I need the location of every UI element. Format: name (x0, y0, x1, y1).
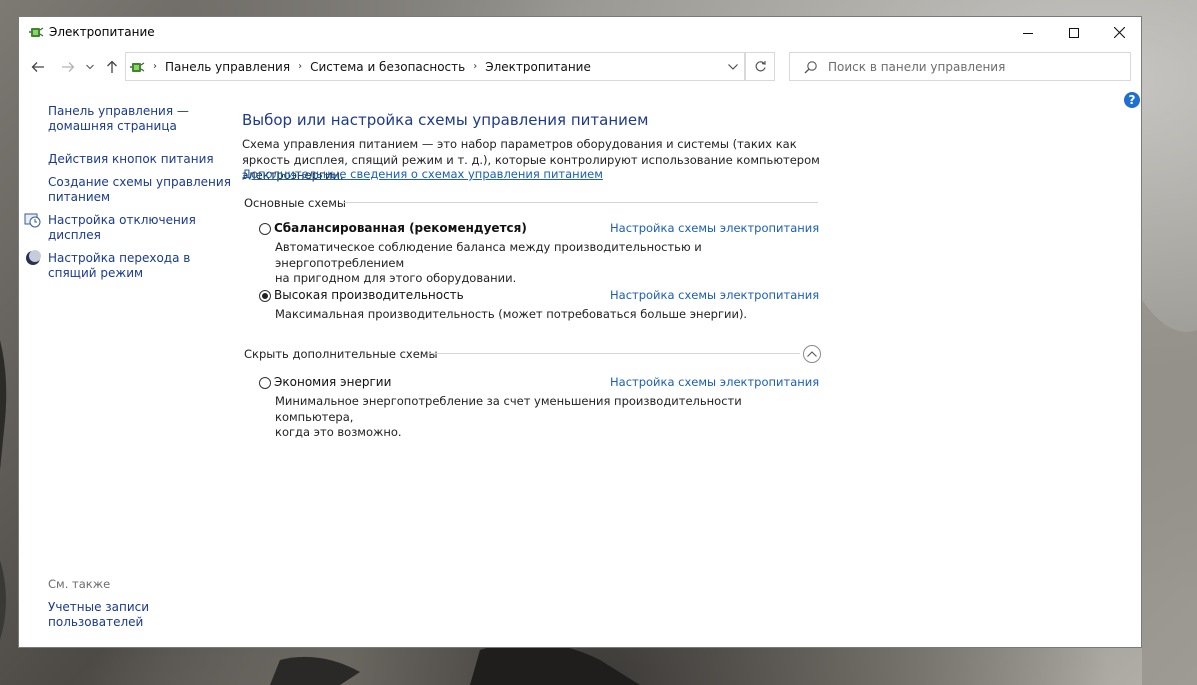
balanced-plan-name[interactable]: Сбалансированная (рекомендуется) (274, 221, 527, 235)
hide-additional-plans-heading[interactable]: Скрыть дополнительные схемы (244, 347, 438, 361)
forward-button[interactable] (58, 57, 78, 77)
create-power-plan-link[interactable]: Создание схемы управления питанием (48, 175, 231, 205)
description-line: когда это возможно. (275, 425, 402, 439)
navigation-bar: › Панель управления › Система и безопасн… (19, 49, 1141, 85)
search-input[interactable]: Поиск в панели управления (828, 60, 1005, 74)
breadcrumb-power-options[interactable]: Электропитание (485, 60, 591, 74)
sleep-moon-icon (26, 250, 41, 265)
control-panel-window: Электропитание › Панель управления › Сис… (18, 16, 1142, 648)
help-icon[interactable]: ? (1124, 92, 1140, 108)
refresh-button[interactable] (745, 52, 775, 81)
see-also-label: См. также (48, 577, 111, 591)
high-performance-plan-settings-link[interactable]: Настройка схемы электропитания (610, 288, 819, 302)
window-title: Электропитание (49, 25, 155, 39)
user-accounts-link[interactable]: Учетные записи пользователей (48, 600, 149, 630)
breadcrumb-separator-icon[interactable]: › (473, 61, 477, 72)
forward-arrow-icon (62, 62, 75, 72)
high-performance-plan-description: Максимальная производительность (может п… (275, 307, 815, 323)
address-history-button[interactable] (722, 53, 744, 80)
search-icon (804, 60, 817, 73)
breadcrumb-system-security[interactable]: Система и безопасность (310, 60, 465, 74)
link-text: Панель управления — (48, 104, 189, 118)
more-info-link[interactable]: Дополнительные сведения о схемах управле… (242, 167, 603, 181)
page-title: Выбор или настройка схемы управления пит… (242, 111, 649, 129)
breadcrumb-control-panel[interactable]: Панель управления (165, 60, 290, 74)
chevron-down-icon (728, 63, 738, 70)
maximize-icon (1069, 27, 1079, 38)
power-saver-plan-settings-link[interactable]: Настройка схемы электропитания (610, 375, 819, 389)
up-arrow-icon (107, 60, 117, 73)
link-text: Учетные записи (48, 600, 150, 614)
description-line: на пригодном для этого оборудовании. (275, 271, 517, 285)
address-bar[interactable]: › Панель управления › Система и безопасн… (125, 52, 745, 81)
chevron-down-icon (86, 64, 94, 70)
link-text: спящий режим (48, 266, 144, 280)
back-arrow-icon (31, 62, 44, 72)
minimize-icon (1023, 32, 1033, 34)
refresh-icon (755, 61, 766, 72)
close-icon (1113, 27, 1125, 38)
link-text: питанием (48, 190, 111, 204)
breadcrumb-separator-icon[interactable]: › (153, 61, 157, 72)
close-button[interactable] (1096, 17, 1141, 48)
display-off-link[interactable]: Настройка отключения дисплея (48, 213, 196, 243)
basic-plans-heading: Основные схемы (244, 196, 346, 210)
link-text: Настройка отключения (48, 213, 196, 227)
recent-locations-button[interactable] (83, 57, 97, 77)
breadcrumb-separator-icon[interactable]: › (298, 61, 302, 72)
description-line: Автоматическое соблюдение баланса между … (275, 240, 702, 270)
back-button[interactable] (28, 57, 48, 77)
link-text: домашняя страница (48, 119, 177, 133)
high-performance-plan-radio[interactable] (259, 290, 271, 302)
search-box[interactable]: Поиск в панели управления (789, 52, 1131, 81)
description-line: Минимальное энергопотребление за счет ум… (275, 394, 742, 424)
power-saver-plan-radio[interactable] (259, 377, 271, 389)
control-panel-home-link[interactable]: Панель управления — домашняя страница (48, 104, 189, 134)
high-performance-plan-name[interactable]: Высокая производительность (274, 288, 464, 302)
display-clock-icon (24, 213, 41, 228)
power-options-icon (130, 62, 145, 72)
link-text: Создание схемы управления (48, 175, 231, 189)
minimize-button[interactable] (1005, 17, 1051, 48)
balanced-plan-description: Автоматическое соблюдение баланса между … (275, 240, 815, 287)
link-text: пользователей (48, 615, 144, 629)
balanced-plan-radio[interactable] (259, 223, 271, 235)
collapse-additional-plans-button[interactable] (803, 345, 821, 363)
power-saver-plan-description: Минимальное энергопотребление за счет ум… (275, 394, 815, 441)
link-text: дисплея (48, 228, 101, 242)
section-divider (428, 353, 800, 354)
up-button[interactable] (102, 57, 122, 77)
sleep-settings-link[interactable]: Настройка перехода в спящий режим (48, 251, 190, 281)
maximize-button[interactable] (1051, 17, 1097, 48)
power-saver-plan-name[interactable]: Экономия энергии (274, 375, 391, 389)
section-divider (344, 202, 818, 203)
chevron-up-icon (807, 351, 817, 357)
link-text: Настройка перехода в (48, 251, 191, 265)
title-bar: Электропитание (19, 17, 1141, 48)
power-options-icon (29, 27, 44, 37)
balanced-plan-settings-link[interactable]: Настройка схемы электропитания (610, 221, 819, 235)
description-line: Максимальная производительность (может п… (275, 307, 748, 321)
power-buttons-link[interactable]: Действия кнопок питания (48, 152, 214, 167)
